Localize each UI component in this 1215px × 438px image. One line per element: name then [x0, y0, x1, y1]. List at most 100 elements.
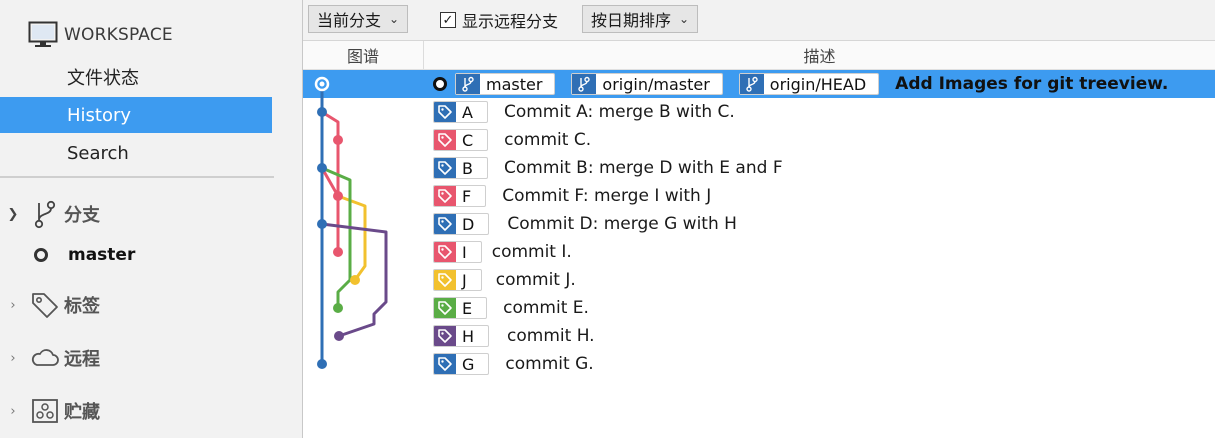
chevron-down-icon[interactable]: ❯	[2, 207, 24, 222]
tag-label[interactable]: H	[433, 325, 490, 347]
column-graph-header[interactable]: 图谱	[303, 41, 424, 69]
commit-row[interactable]: Ccommit C.	[303, 126, 1215, 154]
checkbox-checked-icon: ✓	[440, 12, 456, 28]
commit-row-content: Gcommit G.	[433, 350, 594, 378]
toolbar: 当前分支 ⌄ ✓ 显示远程分支 按日期排序 ⌄	[303, 0, 1215, 41]
branch-label[interactable]: origin/master	[571, 73, 723, 95]
commit-row-content: Ecommit E.	[433, 294, 589, 322]
cloud-icon	[30, 343, 60, 373]
branch-label-text: master	[486, 74, 543, 94]
tag-label-text: H	[462, 326, 475, 346]
graph-commit-dot	[317, 163, 327, 173]
chevron-right-icon[interactable]: ›	[2, 404, 24, 419]
commit-row-content: Jcommit J.	[433, 266, 576, 294]
workspace-header: WORKSPACE	[28, 20, 173, 50]
branch-filter-value: 当前分支	[317, 11, 382, 30]
section-tags[interactable]: › 标签	[0, 288, 290, 322]
commit-message: commit H.	[507, 326, 595, 346]
tag-icon	[434, 186, 456, 206]
sidebar-branch-master[interactable]: master	[34, 240, 135, 270]
show-remote-branches-checkbox[interactable]: ✓ 显示远程分支	[440, 8, 558, 32]
commit-row[interactable]: master origin/master origin/HEAD Add Images…	[303, 70, 1215, 98]
tag-label[interactable]: F	[433, 185, 487, 207]
sidebar-divider	[0, 176, 274, 178]
graph-commit-dot	[350, 275, 360, 285]
sidebar: WORKSPACE 文件状态 History Search ❯ 分支 maste…	[0, 0, 303, 438]
branch-label[interactable]: master	[455, 73, 556, 95]
graph-head-center	[319, 81, 325, 87]
tag-icon	[434, 298, 456, 318]
branch-icon	[30, 199, 60, 229]
tag-label[interactable]: C	[433, 129, 489, 151]
commit-graph	[314, 76, 388, 369]
current-branch-icon	[34, 248, 48, 262]
nav-file-status-label: 文件状态	[67, 68, 139, 89]
commit-row-content: A Commit A: merge B with C.	[433, 98, 735, 126]
commit-row[interactable]: D Commit D: merge G with H	[303, 210, 1215, 238]
section-remotes[interactable]: › 远程	[0, 341, 290, 375]
graph-commit-dot	[333, 191, 343, 201]
commit-row-content: master origin/master origin/HEAD Add Images…	[433, 70, 1168, 98]
branch-icon	[572, 74, 597, 94]
commit-message: commit I.	[491, 242, 572, 262]
section-branches[interactable]: ❯ 分支	[0, 197, 290, 231]
tag-icon	[434, 130, 456, 150]
tag-label[interactable]: A	[433, 101, 488, 123]
commit-row[interactable]: Hcommit H.	[303, 322, 1215, 350]
commit-message: Add Images for git treeview.	[895, 74, 1169, 94]
commit-row[interactable]: F Commit F: merge I with J	[303, 182, 1215, 210]
tag-label-text: C	[462, 130, 474, 150]
nav-search[interactable]: Search	[0, 135, 272, 171]
nav-history[interactable]: History	[0, 97, 272, 133]
sidebar-branch-master-label: master	[68, 245, 136, 265]
commit-row[interactable]: Icommit I.	[303, 238, 1215, 266]
commit-message: commit G.	[505, 354, 594, 374]
graph-commit-dot	[317, 359, 327, 369]
column-description-header[interactable]: 描述	[424, 41, 1215, 69]
chevron-right-icon[interactable]: ›	[2, 351, 24, 366]
tag-label[interactable]: B	[433, 157, 488, 179]
tag-icon	[30, 290, 60, 320]
commit-row[interactable]: Gcommit G.	[303, 350, 1215, 378]
branch-filter-dropdown[interactable]: 当前分支 ⌄	[308, 5, 409, 33]
tag-label[interactable]: I	[433, 241, 482, 263]
branch-label-text: origin/master	[602, 74, 710, 94]
graph-line-green	[321, 166, 352, 308]
chevron-down-icon: ⌄	[389, 12, 400, 26]
graph-commit-dot	[333, 135, 343, 145]
commit-message: commit J.	[495, 270, 576, 290]
graph-commit-dot	[333, 303, 343, 313]
tag-label[interactable]: D	[433, 213, 490, 235]
commit-row[interactable]: Ecommit E.	[303, 294, 1215, 322]
sort-order-value: 按日期排序	[591, 11, 672, 30]
graph-commit-dot	[317, 219, 327, 229]
column-header: 图谱 描述	[303, 41, 1215, 70]
commit-message: commit C.	[504, 130, 592, 150]
branch-icon	[739, 74, 764, 94]
commit-row-content: Hcommit H.	[433, 322, 595, 350]
commit-row-content: Icommit I.	[433, 238, 572, 266]
section-branches-label: 分支	[64, 205, 100, 226]
tag-label-text: F	[462, 186, 472, 206]
branch-label[interactable]: origin/HEAD	[738, 73, 880, 95]
tag-label[interactable]: J	[433, 269, 482, 291]
nav-file-status[interactable]: 文件状态	[0, 59, 272, 95]
head-indicator-icon	[433, 77, 447, 91]
chevron-right-icon[interactable]: ›	[2, 298, 24, 313]
commit-row[interactable]: Jcommit J.	[303, 266, 1215, 294]
commit-message: Commit B: merge D with E and F	[503, 158, 783, 178]
tag-icon	[434, 354, 456, 374]
commit-row[interactable]: B Commit B: merge D with E and F	[303, 154, 1215, 182]
sort-order-dropdown[interactable]: 按日期排序 ⌄	[582, 5, 699, 33]
commit-row-content: D Commit D: merge G with H	[433, 210, 737, 238]
commit-row[interactable]: A Commit A: merge B with C.	[303, 98, 1215, 126]
graph-commit-dot	[333, 247, 343, 257]
section-stashes[interactable]: › 贮藏	[0, 394, 290, 428]
nav-history-label: History	[67, 104, 132, 126]
graph-commit-dot	[334, 331, 344, 341]
tag-label[interactable]: E	[433, 297, 488, 319]
tag-label-text: J	[462, 270, 467, 290]
show-remote-branches-label: 显示远程分支	[462, 12, 559, 31]
tag-label[interactable]: G	[433, 353, 490, 375]
commit-row-content: F Commit F: merge I with J	[433, 182, 711, 210]
